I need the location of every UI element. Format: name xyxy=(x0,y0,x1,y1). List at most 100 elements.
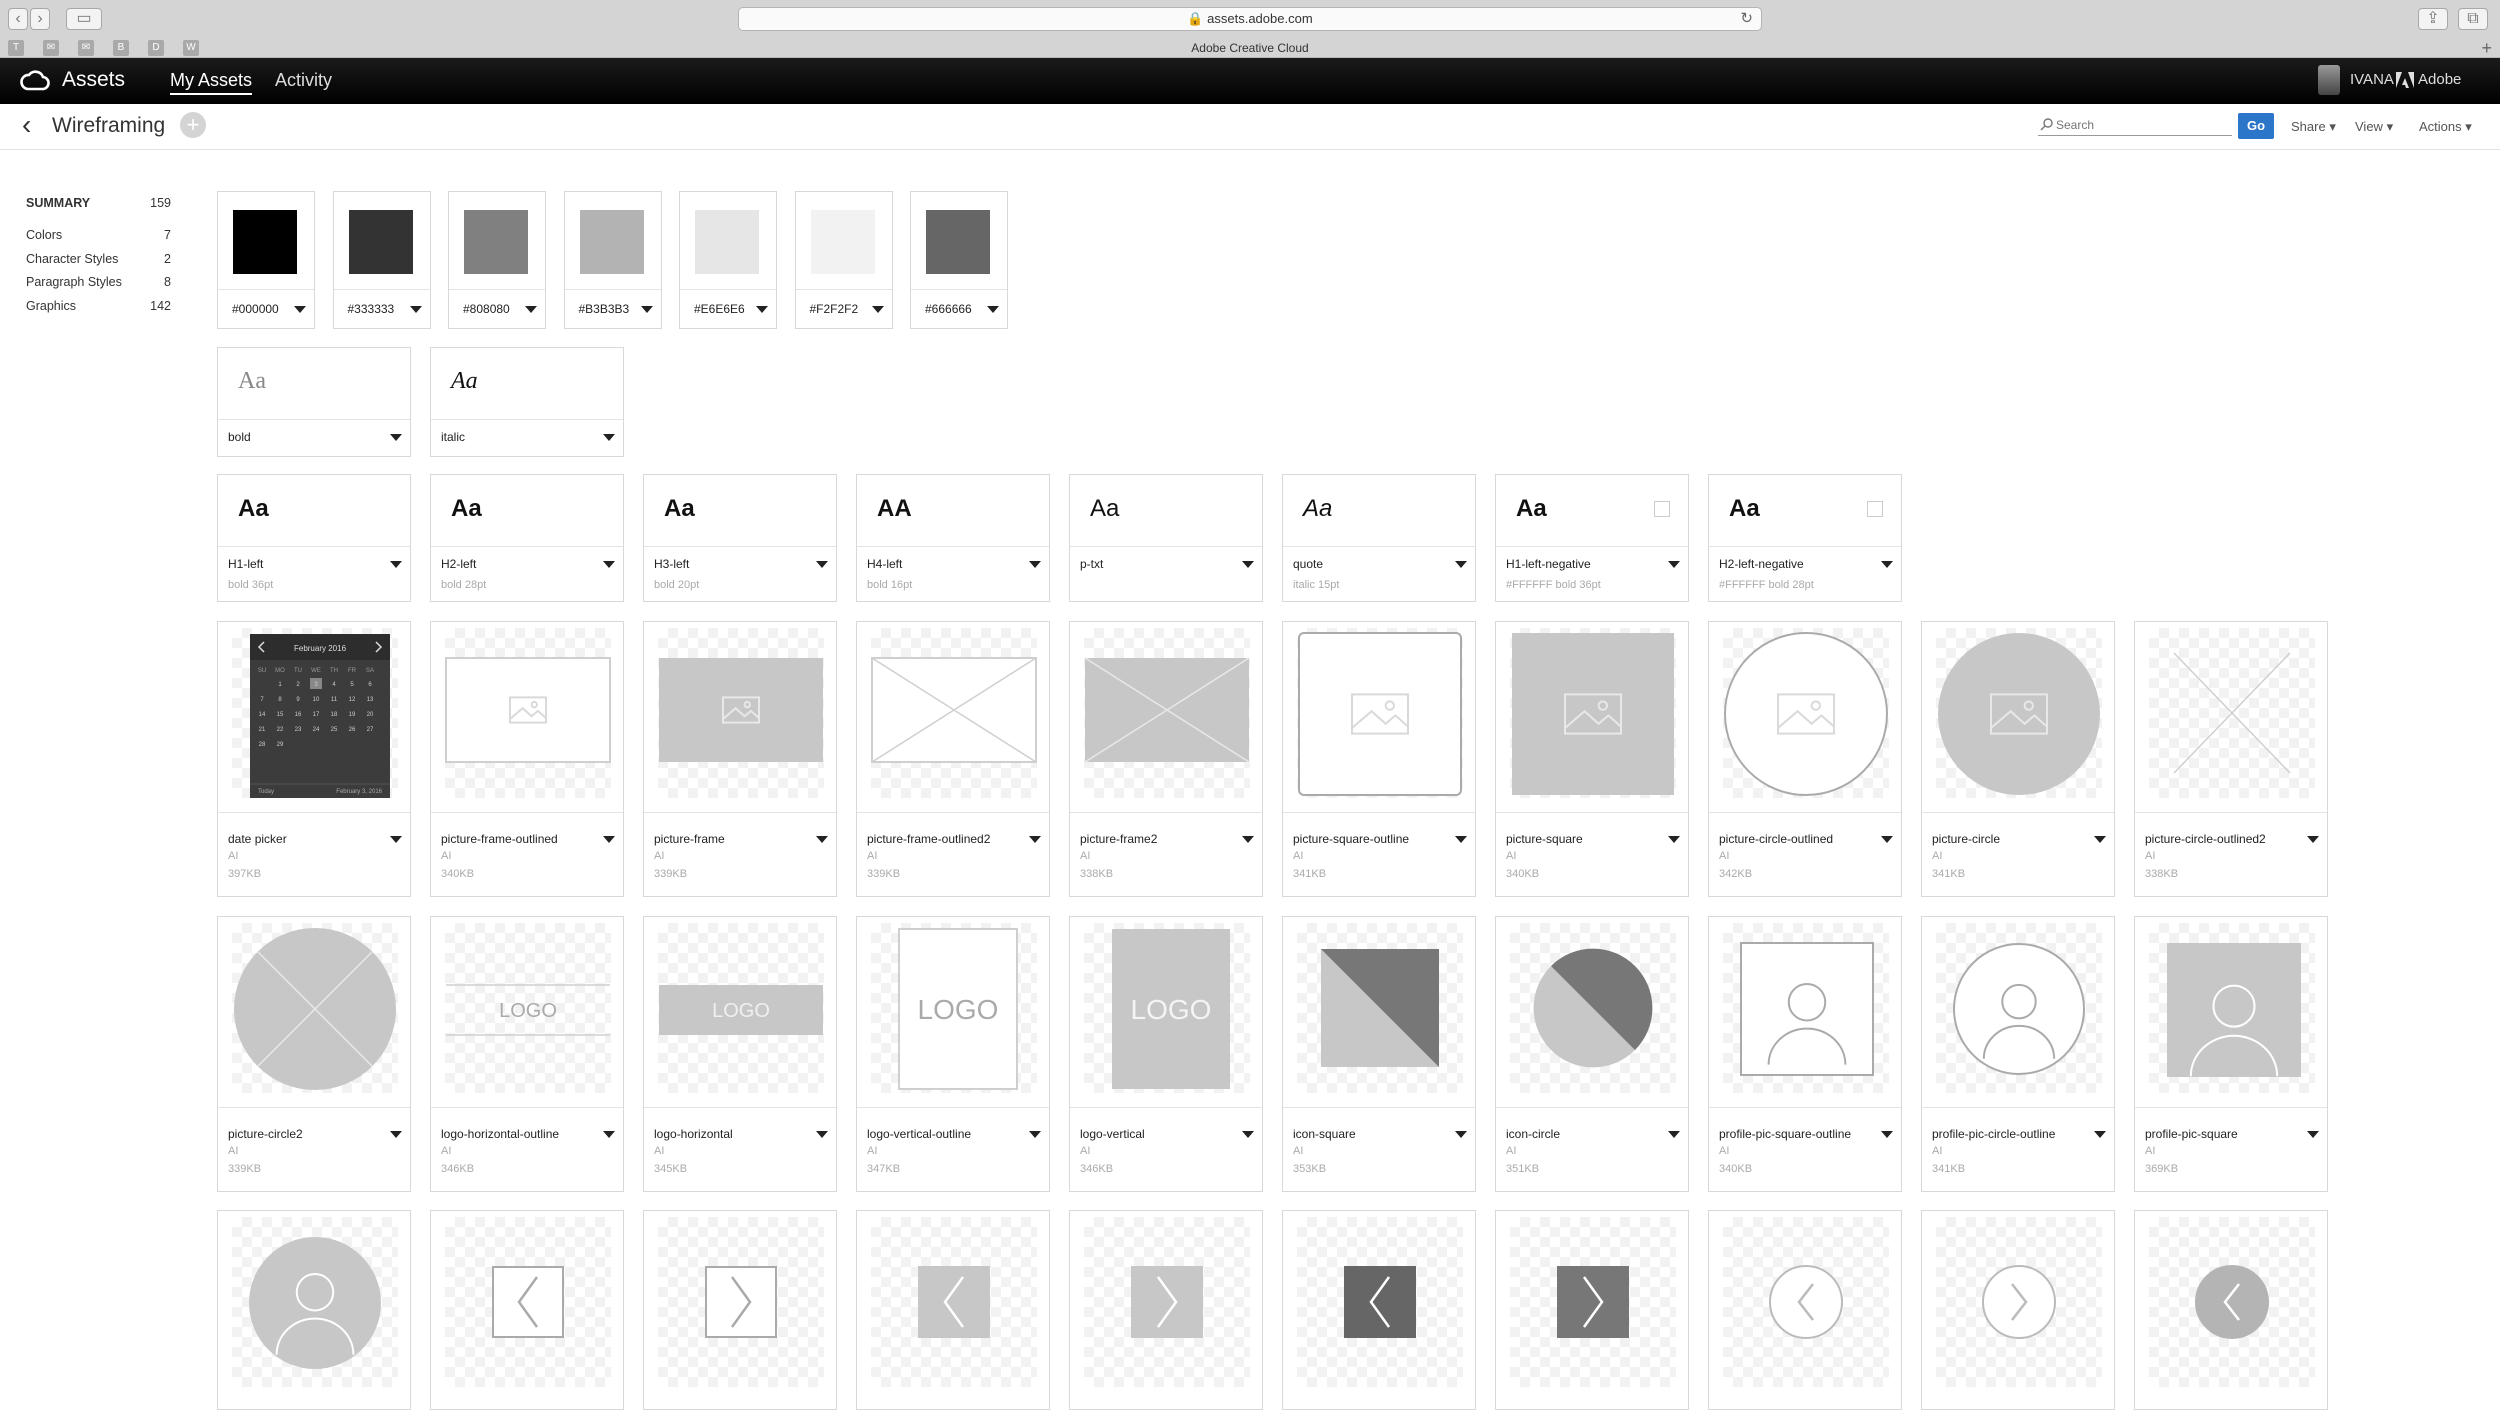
graphic-card[interactable]: picture-frame-outlined2 AI 339KB xyxy=(856,621,1050,897)
paragraph-style-card[interactable]: AA H4-left bold 16pt xyxy=(856,474,1050,602)
sidebar-toggle-icon[interactable]: ▭ xyxy=(66,8,102,30)
address-bar[interactable]: 🔒 assets.adobe.com ↻ xyxy=(738,7,1762,31)
graphic-card[interactable]: picture-circle-outlined2 AI 338KB xyxy=(2134,621,2328,897)
graphic-card[interactable]: LOGO logo-vertical-outline AI 347KB xyxy=(856,916,1050,1192)
graphic-card[interactable]: picture-circle-outlined AI 342KB xyxy=(1708,621,1902,897)
dropdown-arrow-icon[interactable] xyxy=(756,306,768,313)
adobe-link[interactable]: Adobe xyxy=(2396,71,2461,88)
sidebar-item-character-styles[interactable]: Character Styles 2 xyxy=(26,252,171,276)
dropdown-arrow-icon[interactable] xyxy=(1455,1131,1467,1138)
graphic-card[interactable]: profile-pic-circle-outline AI 341KB xyxy=(1921,916,2115,1192)
share-page-icon[interactable]: ⇪ xyxy=(2418,8,2448,30)
dropdown-arrow-icon[interactable] xyxy=(1029,836,1041,843)
browser-back-button[interactable]: ‹ xyxy=(8,8,28,30)
sidebar-item-graphics[interactable]: Graphics 142 xyxy=(26,299,171,323)
dropdown-arrow-icon[interactable] xyxy=(1029,1131,1041,1138)
tab-my-assets[interactable]: My Assets xyxy=(170,70,253,95)
color-card[interactable]: #B3B3B3 xyxy=(563,191,662,329)
dropdown-arrow-icon[interactable] xyxy=(603,434,615,441)
checkbox-icon[interactable] xyxy=(1867,501,1883,517)
actions-menu[interactable]: Actions ▾ xyxy=(2419,119,2472,135)
character-style-card[interactable]: Aa italic xyxy=(430,347,624,457)
paragraph-style-card[interactable]: Aa H2-left-negative #FFFFFF bold 28pt xyxy=(1708,474,1902,602)
graphic-card[interactable] xyxy=(2134,1210,2328,1410)
dropdown-arrow-icon[interactable] xyxy=(987,306,999,313)
color-card[interactable]: #E6E6E6 xyxy=(679,191,777,329)
tab-activity[interactable]: Activity xyxy=(275,70,332,91)
tabs-overview-icon[interactable]: ⧉ xyxy=(2458,8,2488,30)
dropdown-arrow-icon[interactable] xyxy=(1881,561,1893,568)
share-menu[interactable]: Share ▾ xyxy=(2291,119,2336,135)
paragraph-style-card[interactable]: Aa H2-left bold 28pt xyxy=(430,474,624,602)
graphic-card[interactable]: LOGO logo-horizontal-outline AI 346KB xyxy=(430,916,624,1192)
color-card[interactable]: #808080 xyxy=(448,191,546,329)
dropdown-arrow-icon[interactable] xyxy=(2307,836,2319,843)
graphic-card[interactable]: picture-circle AI 341KB xyxy=(1921,621,2115,897)
app-brand[interactable]: Assets xyxy=(62,68,125,92)
dropdown-arrow-icon[interactable] xyxy=(409,306,422,313)
add-button[interactable]: + xyxy=(180,112,206,138)
graphic-card[interactable] xyxy=(217,1210,411,1410)
graphic-card[interactable]: picture-frame AI 339KB xyxy=(643,621,837,897)
dropdown-arrow-icon[interactable] xyxy=(603,836,615,843)
paragraph-style-card[interactable]: Aa H1-left-negative #FFFFFF bold 36pt xyxy=(1495,474,1689,602)
dropdown-arrow-icon[interactable] xyxy=(294,306,306,313)
search-input[interactable] xyxy=(2038,114,2232,136)
graphic-card[interactable]: profile-pic-square-outline AI 340KB xyxy=(1708,916,1902,1192)
graphic-card[interactable] xyxy=(1069,1210,1263,1410)
graphic-card[interactable]: picture-square-outline AI 341KB xyxy=(1282,621,1476,897)
user-name[interactable]: IVANA xyxy=(2350,71,2394,88)
sidebar-item-paragraph-styles[interactable]: Paragraph Styles 8 xyxy=(26,275,171,299)
graphic-card[interactable]: February 2016 SU MO TU WE TH FR SA 1 2 3 4 5 6 7 8 9 10 11… xyxy=(217,621,411,897)
graphic-card[interactable] xyxy=(1921,1210,2115,1410)
graphic-card[interactable]: icon-circle AI 351KB xyxy=(1495,916,1689,1192)
graphic-card[interactable]: LOGO logo-vertical AI 346KB xyxy=(1069,916,1263,1192)
graphic-card[interactable] xyxy=(430,1210,624,1410)
dropdown-arrow-icon[interactable] xyxy=(640,306,653,313)
dropdown-arrow-icon[interactable] xyxy=(1242,561,1254,568)
avatar[interactable] xyxy=(2318,65,2340,95)
browser-forward-button[interactable]: › xyxy=(30,8,50,30)
dropdown-arrow-icon[interactable] xyxy=(2094,1131,2106,1138)
dropdown-arrow-icon[interactable] xyxy=(1881,1131,1893,1138)
dropdown-arrow-icon[interactable] xyxy=(1455,561,1467,568)
graphic-card[interactable] xyxy=(1708,1210,1902,1410)
paragraph-style-card[interactable]: Aa H3-left bold 20pt xyxy=(643,474,837,602)
dropdown-arrow-icon[interactable] xyxy=(1455,836,1467,843)
dropdown-arrow-icon[interactable] xyxy=(390,836,402,843)
dropdown-arrow-icon[interactable] xyxy=(603,561,615,568)
color-card[interactable]: #666666 xyxy=(910,191,1008,329)
color-card[interactable]: #000000 xyxy=(217,191,315,329)
paragraph-style-card[interactable]: Aa quote italic 15pt xyxy=(1282,474,1476,602)
paragraph-style-card[interactable]: Aa H1-left bold 36pt xyxy=(217,474,411,602)
dropdown-arrow-icon[interactable] xyxy=(390,561,402,568)
back-arrow-icon[interactable]: ‹ xyxy=(22,111,31,139)
go-button[interactable]: Go xyxy=(2238,113,2274,139)
checkbox-icon[interactable] xyxy=(1654,501,1670,517)
dropdown-arrow-icon[interactable] xyxy=(390,434,402,441)
graphic-card[interactable]: profile-pic-square AI 369KB xyxy=(2134,916,2328,1192)
graphic-card[interactable] xyxy=(1282,1210,1476,1410)
graphic-card[interactable]: LOGO logo-horizontal AI 345KB xyxy=(643,916,837,1192)
reload-icon[interactable]: ↻ xyxy=(1740,8,1753,30)
dropdown-arrow-icon[interactable] xyxy=(1029,561,1041,568)
dropdown-arrow-icon[interactable] xyxy=(1668,561,1680,568)
graphic-card[interactable]: picture-square AI 340KB xyxy=(1495,621,1689,897)
dropdown-arrow-icon[interactable] xyxy=(525,306,537,313)
graphic-card[interactable]: picture-circle2 AI 339KB xyxy=(217,916,411,1192)
dropdown-arrow-icon[interactable] xyxy=(390,1131,402,1138)
graphic-card[interactable] xyxy=(1495,1210,1689,1410)
color-card[interactable]: #333333 xyxy=(332,191,431,329)
dropdown-arrow-icon[interactable] xyxy=(1881,836,1893,843)
graphic-card[interactable] xyxy=(856,1210,1050,1410)
dropdown-arrow-icon[interactable] xyxy=(1242,1131,1254,1138)
paragraph-style-card[interactable]: Aa p-txt xyxy=(1069,474,1263,602)
graphic-card[interactable]: picture-frame2 AI 338KB xyxy=(1069,621,1263,897)
dropdown-arrow-icon[interactable] xyxy=(2307,1131,2319,1138)
view-menu[interactable]: View ▾ xyxy=(2355,119,2393,135)
graphic-card[interactable] xyxy=(643,1210,837,1410)
dropdown-arrow-icon[interactable] xyxy=(1242,836,1254,843)
summary-header[interactable]: SUMMARY 159 xyxy=(26,196,171,220)
creative-cloud-logo-icon[interactable] xyxy=(20,69,50,93)
graphic-card[interactable]: picture-frame-outlined AI 340KB xyxy=(430,621,624,897)
